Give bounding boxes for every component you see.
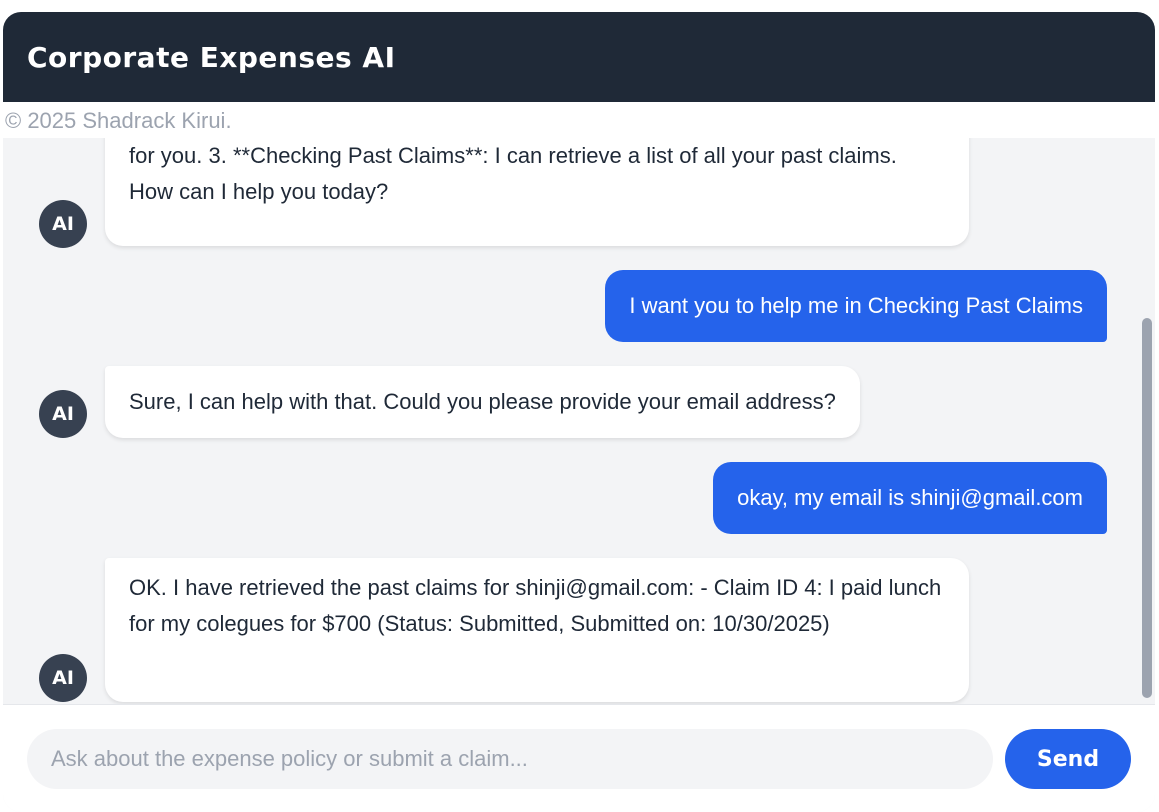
message-row-user: I want you to help me in Checking Past C… (3, 270, 1143, 342)
ai-avatar: AI (39, 390, 87, 438)
composer: Send (3, 704, 1155, 812)
message-scrollbar[interactable] (1141, 102, 1155, 704)
user-message-bubble: I want you to help me in Checking Past C… (605, 270, 1107, 342)
message-text: okay, my email is shinji@gmail.com (737, 485, 1083, 510)
copyright-text: © 2025 Shadrack Kirui. (3, 102, 1155, 138)
ai-message-bubble: Sure, I can help with that. Could you pl… (105, 366, 860, 438)
message-text: I want you to help me in Checking Past C… (629, 293, 1083, 318)
message-list[interactable]: 2. **Submitting Claims**: I can help you… (3, 102, 1155, 704)
app-header: Corporate Expenses AI (3, 12, 1155, 102)
chat-window: Corporate Expenses AI 2. **Submitting Cl… (3, 12, 1155, 812)
message-text: OK. I have retrieved the past claims for… (129, 575, 942, 636)
send-button[interactable]: Send (1005, 729, 1131, 789)
message-text: Sure, I can help with that. Could you pl… (129, 389, 836, 414)
chat-input[interactable] (27, 729, 993, 789)
message-row-ai: Sure, I can help with that. Could you pl… (3, 366, 1143, 438)
message-row-user: okay, my email is shinji@gmail.com (3, 462, 1143, 534)
scrollbar-thumb[interactable] (1142, 318, 1152, 698)
ai-avatar: AI (39, 200, 87, 248)
message-row-ai: OK. I have retrieved the past claims for… (3, 558, 1143, 702)
user-message-bubble: okay, my email is shinji@gmail.com (713, 462, 1107, 534)
ai-avatar: AI (39, 654, 87, 702)
app-title: Corporate Expenses AI (27, 40, 396, 74)
ai-message-bubble: OK. I have retrieved the past claims for… (105, 558, 969, 702)
